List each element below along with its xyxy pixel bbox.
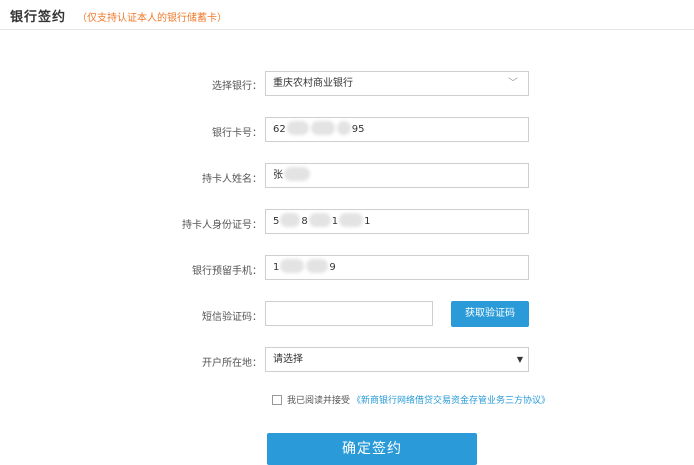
bank-select[interactable]: 重庆农村商业银行 ﹀ bbox=[265, 71, 529, 96]
card-number-input[interactable]: 62 95 bbox=[265, 117, 529, 142]
masked-digits bbox=[336, 121, 351, 135]
id-number-middle-b: 1 bbox=[331, 216, 339, 227]
holder-name-label: 持卡人姓名： bbox=[202, 174, 262, 185]
masked-digits bbox=[280, 259, 305, 273]
phone-input[interactable]: 19 bbox=[265, 255, 529, 280]
phone-prefix: 1 bbox=[273, 262, 280, 273]
holder-name-input[interactable]: 张 bbox=[265, 163, 529, 188]
phone-label: 银行预留手机： bbox=[192, 266, 262, 277]
region-label: 开户所在地： bbox=[202, 358, 262, 369]
agreement-link[interactable]: 《新商银行网络借贷交易资金存管业务三方协议》 bbox=[352, 393, 550, 406]
holder-name-prefix: 张 bbox=[273, 170, 283, 181]
masked-digits bbox=[280, 213, 301, 227]
masked-digits bbox=[306, 259, 329, 273]
masked-digits bbox=[339, 213, 364, 227]
masked-digits bbox=[308, 213, 331, 227]
caret-down-icon: ▼ bbox=[516, 355, 523, 364]
get-code-button[interactable]: 获取验证码 bbox=[451, 301, 529, 327]
id-number-input[interactable]: 5811 bbox=[265, 209, 529, 234]
id-number-suffix: 1 bbox=[364, 216, 371, 227]
region-select[interactable]: 请选择 ▼ bbox=[265, 347, 529, 372]
masked-digits bbox=[310, 121, 335, 135]
page-header: 银行签约 （仅支持认证本人的银行储蓄卡） bbox=[0, 0, 694, 30]
agreement-checkbox[interactable] bbox=[272, 394, 282, 405]
page-note: （仅支持认证本人的银行储蓄卡） bbox=[77, 13, 227, 24]
agreement-text: 我已阅读并接受 bbox=[287, 396, 351, 406]
masked-name bbox=[284, 167, 310, 181]
page-title: 银行签约 bbox=[10, 10, 67, 25]
chevron-down-icon: ﹀ bbox=[508, 78, 518, 89]
bank-label: 选择银行： bbox=[212, 81, 262, 92]
agreement-row: 我已阅读并接受 《新商银行网络借贷交易资金存管业务三方协议》 bbox=[272, 393, 550, 406]
id-number-label: 持卡人身份证号： bbox=[182, 220, 262, 231]
id-number-prefix: 5 bbox=[273, 216, 280, 227]
bank-select-value: 重庆农村商业银行 bbox=[273, 78, 353, 89]
masked-digits bbox=[286, 121, 309, 135]
region-select-value: 请选择 bbox=[273, 354, 303, 365]
card-number-label: 银行卡号： bbox=[212, 128, 262, 139]
phone-suffix: 9 bbox=[329, 262, 336, 273]
card-number-suffix: 95 bbox=[351, 124, 365, 135]
card-number-prefix: 62 bbox=[273, 124, 286, 135]
sms-code-label: 短信验证码： bbox=[202, 312, 262, 323]
id-number-middle-a: 8 bbox=[301, 216, 308, 227]
sms-code-input[interactable] bbox=[265, 301, 433, 326]
confirm-button[interactable]: 确定签约 bbox=[267, 433, 477, 465]
